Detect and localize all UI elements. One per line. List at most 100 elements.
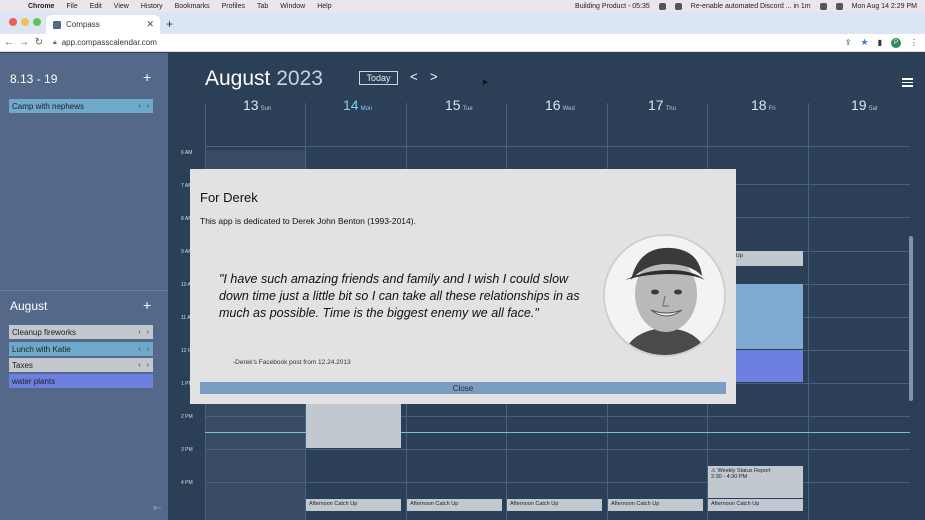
tab-title: Compass xyxy=(66,20,100,29)
modal-dedication: This app is dedicated to Derek John Bent… xyxy=(200,216,416,226)
move-right-icon[interactable]: › xyxy=(147,103,149,110)
menu-view[interactable]: View xyxy=(114,3,129,10)
menu-help[interactable]: Help xyxy=(317,3,331,10)
calendar-event-afternoon-wed[interactable]: Afternoon Catch Up xyxy=(507,499,602,511)
move-right-icon[interactable]: › xyxy=(147,346,149,353)
forward-icon[interactable]: → xyxy=(18,37,30,48)
compass-app: 8.13 - 19 + Camp with nephews ‹ › August … xyxy=(0,53,925,520)
tab-close-icon[interactable]: ✕ xyxy=(146,19,154,30)
status-area: Building Product - 05:35 Re-enable autom… xyxy=(575,2,925,10)
move-right-icon[interactable]: › xyxy=(147,329,149,336)
sidebar-month-item[interactable]: water plants xyxy=(9,374,153,388)
dropbox-icon[interactable] xyxy=(658,2,666,10)
window-minimize-icon[interactable] xyxy=(21,18,29,26)
close-button[interactable]: Close xyxy=(200,382,726,394)
move-left-icon[interactable]: ‹ xyxy=(138,346,140,353)
hour-gridline xyxy=(205,146,910,147)
menu-edit[interactable]: Edit xyxy=(90,3,102,10)
modal-title: For Derek xyxy=(200,190,258,205)
day-header-wed: 16 Wed xyxy=(545,97,575,113)
day-header-fri: 18 Fri xyxy=(751,97,776,113)
menu-file[interactable]: File xyxy=(66,3,77,10)
add-week-event-icon[interactable]: + xyxy=(143,69,151,85)
sidebar-month-item[interactable]: Lunch with Katie ‹ › xyxy=(9,342,153,356)
calendar-scrollbar[interactable] xyxy=(909,236,913,401)
app-status-icon[interactable] xyxy=(674,2,682,10)
menu-window[interactable]: Window xyxy=(280,3,305,10)
sidebar-week-title: 8.13 - 19 xyxy=(10,72,58,86)
move-right-icon[interactable]: › xyxy=(147,362,149,369)
month-label: August xyxy=(205,67,271,90)
day-header-sun: 13 Sun xyxy=(243,97,272,113)
browser-tab-compass[interactable]: Compass ✕ xyxy=(46,15,160,34)
status-building-text[interactable]: Building Product - 05:35 xyxy=(575,3,650,10)
derek-photo xyxy=(603,234,726,357)
calendar-event-afternoon-tue[interactable]: Afternoon Catch Up xyxy=(407,499,502,511)
sidebar-week-item[interactable]: Camp with nephews ‹ › xyxy=(9,99,153,113)
move-left-icon[interactable]: ‹ xyxy=(138,362,140,369)
prev-week-icon[interactable]: < xyxy=(410,69,418,84)
hamburger-menu-icon[interactable] xyxy=(902,78,913,87)
url-bar[interactable]: app.compasscalendar.com xyxy=(62,38,157,47)
new-tab-icon[interactable]: + xyxy=(166,17,173,31)
status-reminder-text[interactable]: Re-enable automated Discord ... in 1m xyxy=(691,3,811,10)
menu-app-chrome[interactable]: Chrome xyxy=(28,3,54,10)
modal-source: -Derek's Facebook post from 12.24.2013 xyxy=(233,359,351,366)
sidebar: 8.13 - 19 + Camp with nephews ‹ › August … xyxy=(0,53,168,520)
day-header-mon: 14 Mon xyxy=(343,97,373,113)
calendar-event-weekly-status[interactable]: ⚠ Weekly Status Report 2:30 - 4:30 PM xyxy=(708,466,803,498)
calendar-event-afternoon-fri[interactable]: Afternoon Catch Up xyxy=(708,499,803,511)
sidebar-month-item[interactable]: Cleanup fireworks ‹ › xyxy=(9,325,153,339)
compass-favicon-icon xyxy=(53,20,61,29)
more-menu-icon[interactable]: ⋮ xyxy=(910,38,918,47)
modal-quote: "I have such amazing friends and family … xyxy=(219,272,580,320)
profile-avatar[interactable]: P xyxy=(891,37,901,48)
mouse-cursor-icon: ➤ xyxy=(481,77,489,87)
lock-icon[interactable]: 🔒︎ xyxy=(53,39,57,47)
reload-icon[interactable]: ↻ xyxy=(33,37,45,48)
menu-history[interactable]: History xyxy=(141,3,163,10)
add-month-event-icon[interactable]: + xyxy=(143,297,151,313)
dedication-modal: For Derek This app is dedicated to Derek… xyxy=(190,169,736,404)
menu-profiles[interactable]: Profiles xyxy=(222,3,245,10)
menu-tab[interactable]: Tab xyxy=(257,3,268,10)
move-left-icon[interactable]: ‹ xyxy=(138,329,140,336)
sidepanel-icon[interactable]: ▮ xyxy=(878,38,882,47)
collapse-sidebar-icon[interactable]: ⇤ xyxy=(153,503,161,514)
calendar-event-mon[interactable] xyxy=(306,402,401,448)
hour-gridline xyxy=(205,482,910,483)
back-icon[interactable]: ← xyxy=(3,37,15,48)
day-header-sat: 19 Sat xyxy=(851,97,878,113)
menubar-datetime[interactable]: Mon Aug 14 2:29 PM xyxy=(852,3,917,10)
sidebar-item-label: Camp with nephews xyxy=(12,101,85,111)
move-left-icon[interactable]: ‹ xyxy=(138,103,140,110)
sidebar-item-label: water plants xyxy=(12,376,56,386)
browser-tab-strip: Compass ✕ + xyxy=(0,12,925,34)
menu-bookmarks[interactable]: Bookmarks xyxy=(175,3,210,10)
window-zoom-icon[interactable] xyxy=(33,18,41,26)
sidebar-month-item[interactable]: Taxes ‹ › xyxy=(9,358,153,372)
browser-toolbar: ← → ↻ 🔒︎ app.compasscalendar.com ⇪ ★ ▮ P… xyxy=(0,34,925,52)
calendar-event-afternoon-thu[interactable]: Afternoon Catch Up xyxy=(608,499,703,511)
macos-menubar: Chrome File Edit View History Bookmarks … xyxy=(0,0,925,12)
hour-label: 6 AM xyxy=(181,150,193,156)
hour-gridline xyxy=(205,449,910,450)
day-header-thu: 17 Thu xyxy=(648,97,676,113)
hour-label: 2 PM xyxy=(181,414,193,420)
calendar-event-afternoon-mon[interactable]: Afternoon Catch Up xyxy=(306,499,401,511)
sidebar-item-label: Taxes xyxy=(12,360,33,370)
today-button[interactable]: Today xyxy=(359,71,398,85)
calendar-month-title: August 2023 xyxy=(205,67,323,91)
wifi-icon[interactable] xyxy=(819,2,827,10)
sidebar-divider xyxy=(0,290,168,291)
sidebar-item-label: Lunch with Katie xyxy=(12,344,71,354)
search-icon[interactable] xyxy=(835,2,843,10)
sidebar-item-label: Cleanup fireworks xyxy=(12,327,77,337)
next-week-icon[interactable]: > xyxy=(430,69,438,84)
day-column-divider xyxy=(808,103,809,520)
hour-label: 4 PM xyxy=(181,480,193,486)
sidebar-month-title: August xyxy=(10,299,48,313)
share-icon[interactable]: ⇪ xyxy=(845,38,852,47)
window-close-icon[interactable] xyxy=(9,18,17,26)
bookmark-star-icon[interactable]: ★ xyxy=(861,37,869,48)
